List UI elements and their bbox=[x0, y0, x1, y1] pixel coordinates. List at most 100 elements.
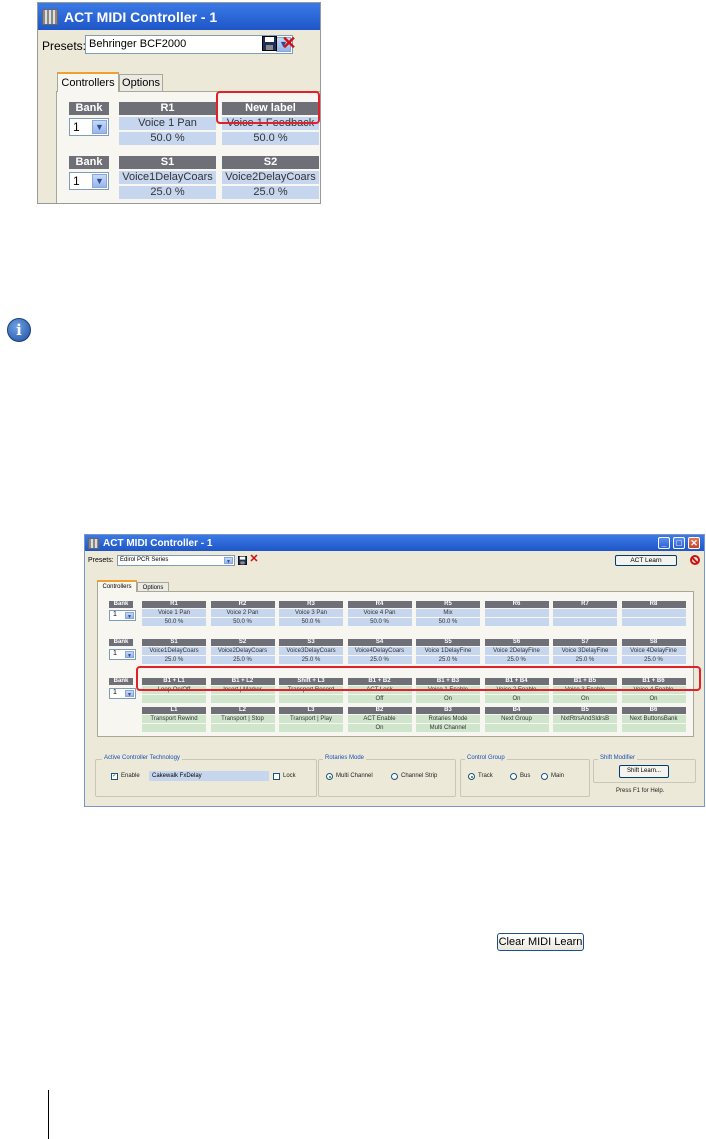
control-value bbox=[210, 695, 275, 703]
control-label[interactable]: S1 bbox=[119, 156, 216, 169]
control-label[interactable]: B5 bbox=[553, 707, 617, 714]
bank-select[interactable]: 1 ▼ bbox=[69, 118, 109, 136]
control-value: On bbox=[347, 724, 412, 732]
control-label[interactable]: B3 bbox=[416, 707, 480, 714]
app-icon bbox=[88, 537, 99, 549]
controllers-panel: Bank 1 ▼ Bank 1 ▼ Bank 1 ▼ R1 Voice 1 Pan… bbox=[97, 591, 694, 737]
presets-label: Presets: bbox=[42, 39, 87, 53]
act-learn-button[interactable]: ACT Learn bbox=[615, 555, 677, 566]
delete-icon[interactable]: ✕ bbox=[249, 553, 259, 565]
no-entry-icon[interactable] bbox=[690, 555, 700, 565]
control-label[interactable]: S6 bbox=[484, 639, 549, 646]
control-value: On bbox=[484, 695, 549, 703]
plugin-name: Cakewalk FxDelay bbox=[149, 771, 269, 781]
tab-controllers[interactable]: Controllers bbox=[57, 72, 119, 92]
lock-checkbox[interactable] bbox=[273, 773, 280, 780]
tab-controllers[interactable]: Controllers bbox=[97, 580, 137, 592]
control-label[interactable]: R1 bbox=[142, 601, 206, 608]
minimize-icon[interactable]: _ bbox=[658, 537, 670, 549]
control-label[interactable]: B4 bbox=[484, 707, 549, 714]
bank-select[interactable]: 1 ▼ bbox=[69, 172, 109, 190]
bus-radio[interactable] bbox=[510, 773, 517, 780]
combo-arrow-icon[interactable]: ▼ bbox=[224, 557, 233, 565]
control-label[interactable]: R7 bbox=[553, 601, 617, 608]
maximize-icon[interactable]: □ bbox=[673, 537, 685, 549]
control-value bbox=[142, 724, 206, 732]
clear-midi-learn-button[interactable]: Clear MIDI Learn bbox=[497, 933, 584, 951]
control-param: Voice 4DelayFine bbox=[621, 647, 686, 655]
control-label[interactable]: R3 bbox=[279, 601, 343, 608]
control-value: 25.0 % bbox=[553, 656, 617, 664]
title-bar: ACT MIDI Controller - 1 _ □ ✕ bbox=[85, 535, 704, 551]
control-param: Rotaries Mode bbox=[416, 715, 480, 723]
combo-arrow-icon[interactable]: ▼ bbox=[125, 651, 134, 659]
delete-icon[interactable]: ✕ bbox=[280, 33, 298, 53]
shift-modifier-title: Shift Modifier bbox=[598, 755, 638, 761]
control-param: Voice 4 Pan bbox=[347, 609, 412, 617]
control-label[interactable]: S3 bbox=[279, 639, 343, 646]
control-value bbox=[279, 724, 343, 732]
enable-checkbox[interactable]: ✓ bbox=[111, 773, 118, 780]
control-value bbox=[621, 724, 686, 732]
control-label[interactable]: R1 bbox=[119, 102, 216, 115]
control-label[interactable]: L3 bbox=[279, 707, 343, 714]
control-label[interactable]: S2 bbox=[222, 156, 319, 169]
channel-strip-radio[interactable] bbox=[391, 773, 398, 780]
control-param bbox=[484, 609, 549, 617]
main-radio[interactable] bbox=[541, 773, 548, 780]
control-label[interactable]: B2 bbox=[347, 707, 412, 714]
control-label[interactable]: S7 bbox=[553, 639, 617, 646]
control-label[interactable]: S4 bbox=[347, 639, 412, 646]
bank-select[interactable]: 1 ▼ bbox=[109, 610, 136, 621]
control-label[interactable]: L2 bbox=[210, 707, 275, 714]
combo-arrow-icon[interactable]: ▼ bbox=[125, 690, 134, 698]
control-label[interactable]: R6 bbox=[484, 601, 549, 608]
combo-arrow-icon[interactable]: ▼ bbox=[92, 174, 107, 188]
bank-select[interactable]: 1 ▼ bbox=[109, 649, 136, 660]
control-value: 25.0 % bbox=[222, 186, 319, 199]
control-value bbox=[553, 618, 617, 626]
control-label[interactable]: R2 bbox=[210, 601, 275, 608]
track-label: Track bbox=[478, 773, 493, 779]
control-param: Voice2DelayCoars bbox=[210, 647, 275, 655]
close-icon[interactable]: ✕ bbox=[688, 537, 700, 549]
control-value: On bbox=[621, 695, 686, 703]
control-param: Transport Rewind bbox=[142, 715, 206, 723]
control-label[interactable]: R4 bbox=[347, 601, 412, 608]
bank-value: 1 bbox=[113, 650, 117, 657]
track-radio[interactable] bbox=[468, 773, 475, 780]
bank-select[interactable]: 1 ▼ bbox=[109, 688, 136, 699]
control-value: 50.0 % bbox=[347, 618, 412, 626]
control-param: Mix bbox=[416, 609, 480, 617]
bank-value: 1 bbox=[113, 611, 117, 618]
save-icon[interactable] bbox=[238, 556, 247, 565]
control-value: Off bbox=[347, 695, 412, 703]
presets-value: Behringer BCF2000 bbox=[89, 38, 187, 50]
channel-strip-label: Channel Strip bbox=[401, 773, 438, 779]
save-icon[interactable] bbox=[262, 36, 277, 51]
bank-value: 1 bbox=[73, 174, 80, 188]
control-label[interactable]: S5 bbox=[416, 639, 480, 646]
control-value: Multi Channel bbox=[416, 724, 480, 732]
tab-options[interactable]: Options bbox=[119, 74, 163, 91]
control-label[interactable]: B6 bbox=[621, 707, 686, 714]
control-param: Voice4DelayCoars bbox=[347, 647, 412, 655]
control-value: 25.0 % bbox=[119, 186, 216, 199]
control-param bbox=[621, 609, 686, 617]
control-label[interactable]: S2 bbox=[210, 639, 275, 646]
multi-channel-radio[interactable] bbox=[326, 773, 333, 780]
bank-label: Bank bbox=[109, 639, 133, 646]
control-label[interactable]: S1 bbox=[142, 639, 206, 646]
combo-arrow-icon[interactable]: ▼ bbox=[92, 120, 107, 134]
control-value bbox=[621, 618, 686, 626]
control-label[interactable]: L1 bbox=[142, 707, 206, 714]
combo-arrow-icon[interactable]: ▼ bbox=[125, 612, 134, 620]
control-value bbox=[484, 618, 549, 626]
presets-combo[interactable]: Edirol PCR Series ▼ bbox=[117, 555, 235, 566]
shift-learn-button[interactable]: Shift Learn... bbox=[619, 765, 669, 778]
control-label[interactable]: S8 bbox=[621, 639, 686, 646]
control-value bbox=[142, 695, 206, 703]
control-label[interactable]: R8 bbox=[621, 601, 686, 608]
control-value: On bbox=[553, 695, 617, 703]
control-label[interactable]: R5 bbox=[416, 601, 480, 608]
